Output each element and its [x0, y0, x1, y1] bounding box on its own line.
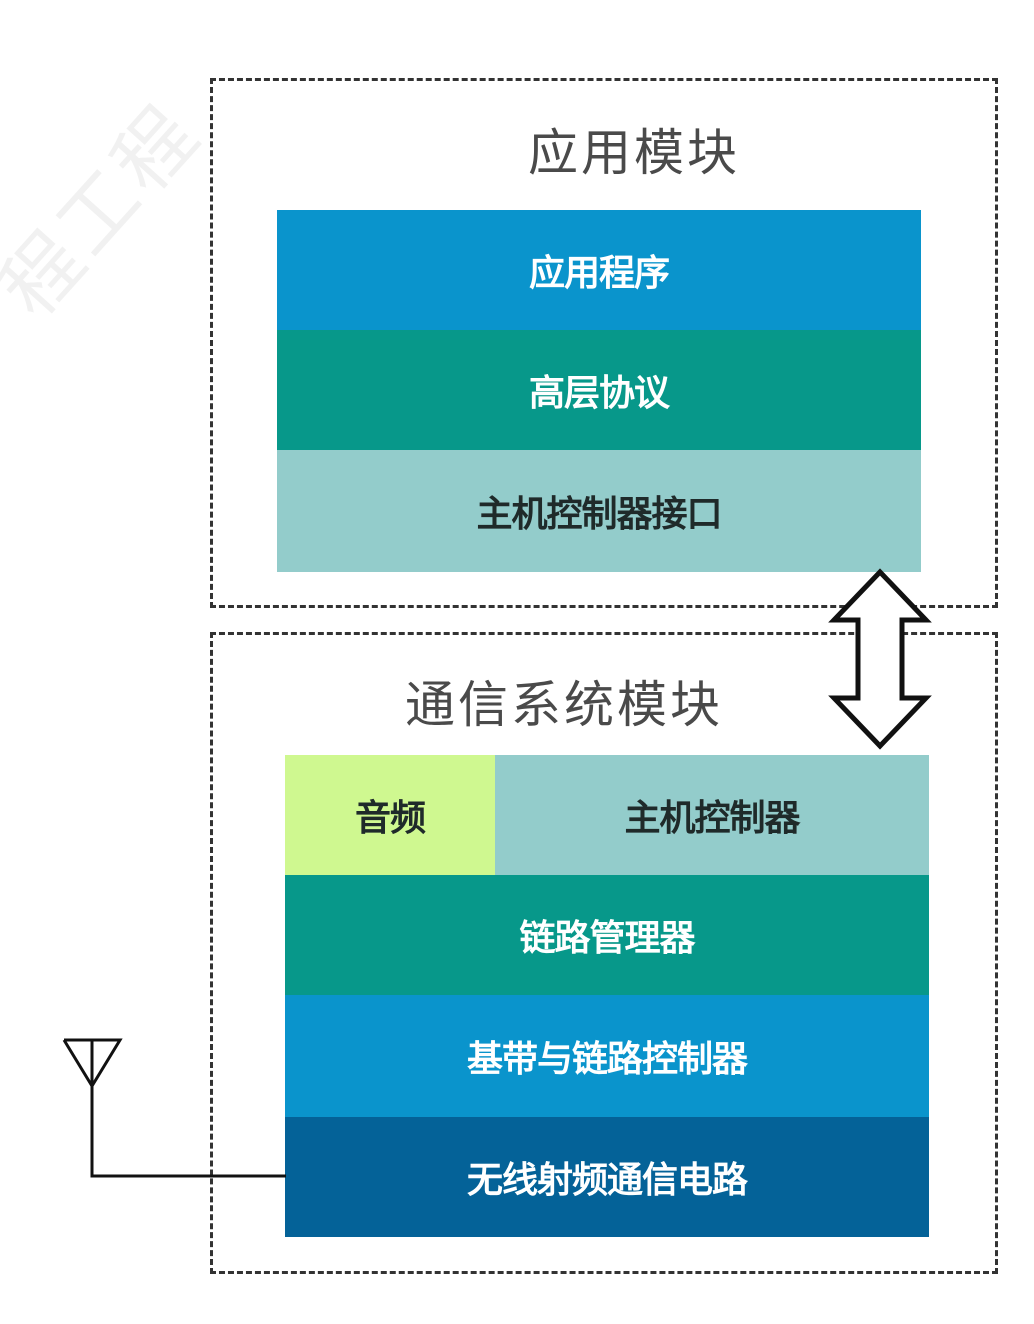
layer-host-controller-interface: 主机控制器接口: [277, 450, 921, 572]
watermark-text: 程工程: [0, 86, 219, 335]
layer-host-controller: 主机控制器: [495, 755, 929, 875]
layer-baseband-link-controller: 基带与链路控制器: [285, 995, 929, 1117]
layer-radio-circuit: 无线射频通信电路: [285, 1117, 929, 1237]
double-headed-vertical-arrow-icon: [828, 568, 932, 750]
layer-audio: 音频: [285, 755, 495, 875]
layer-link-manager: 链路管理器: [285, 875, 929, 995]
application-module-title: 应用模块: [528, 124, 740, 182]
antenna-icon: [62, 1038, 286, 1178]
layer-high-level-protocol: 高层协议: [277, 330, 921, 450]
layer-application-program: 应用程序: [277, 210, 921, 330]
